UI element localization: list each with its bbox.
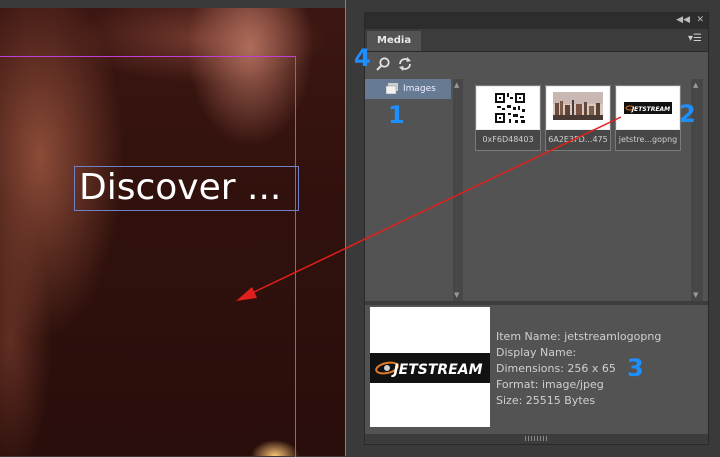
logo-preview-text: JETSTREAM <box>390 362 482 378</box>
detail-size: Size: 25515 Bytes <box>496 394 596 407</box>
thumbnail-grid: 0xF6D48403 6A2E3FD...475 JETSTREAM jetst… <box>469 79 687 301</box>
media-panel: ◀◀ ✕ Media ▾☰ Images ▲ ▼ 0xF6D48403 6A2E… <box>364 12 709 445</box>
folder-icon <box>386 83 398 94</box>
margin-guide <box>0 56 296 457</box>
panel-menu-icon[interactable]: ▾☰ <box>688 33 702 44</box>
panel-bottom-bar <box>365 434 708 444</box>
scroll-up-icon[interactable]: ▲ <box>454 81 459 89</box>
close-icon[interactable]: ✕ <box>696 15 704 25</box>
collapse-icon[interactable]: ◀◀ <box>676 15 690 25</box>
preview-image: JETSTREAM <box>370 307 490 427</box>
annotation-marker-3: 3 <box>627 354 644 382</box>
scroll-down-icon[interactable]: ▼ <box>693 291 698 299</box>
jetstream-logo-image: JETSTREAM <box>617 87 679 129</box>
thumbnail-caption: jetstre...gopng <box>616 130 680 150</box>
preview-divider[interactable] <box>365 301 708 305</box>
thumbnail-caption: 6A2E3FD...475 <box>546 130 610 150</box>
thumbnail-photo[interactable]: 6A2E3FD...475 <box>545 85 611 151</box>
logo-thumbnail-text: JETSTREAM <box>631 106 670 113</box>
folder-item-label: Images <box>403 84 436 94</box>
annotation-marker-2: 2 <box>679 100 696 128</box>
document-canvas[interactable]: Discover ... <box>0 8 346 457</box>
detail-item-name: Item Name: jetstreamlogopng <box>496 330 662 343</box>
annotation-marker-4: 4 <box>354 44 371 72</box>
headline-text-frame[interactable]: Discover ... <box>74 166 299 211</box>
thumbnail-jetstream-logo[interactable]: JETSTREAM jetstre...gopng <box>615 85 681 151</box>
thumbnail-qr-code[interactable]: 0xF6D48403 <box>475 85 541 151</box>
panel-tab-row: Media ▾☰ <box>365 29 708 52</box>
scroll-down-icon[interactable]: ▼ <box>454 291 459 299</box>
scroll-up-icon[interactable]: ▲ <box>693 81 698 89</box>
thumbnail-caption: 0xF6D48403 <box>476 130 540 150</box>
folder-scrollbar[interactable]: ▲ ▼ <box>453 79 463 301</box>
panel-title-bar[interactable]: ◀◀ ✕ <box>365 13 708 29</box>
refresh-icon[interactable] <box>397 56 413 72</box>
canvas-edge <box>345 0 346 456</box>
search-icon[interactable] <box>375 56 391 72</box>
tab-media[interactable]: Media <box>367 31 422 51</box>
folder-list: Images <box>365 79 451 301</box>
resize-grip-icon[interactable] <box>525 436 547 441</box>
panel-toolbar <box>365 52 708 78</box>
qr-code-image <box>477 87 539 129</box>
city-photo-image <box>547 87 609 129</box>
annotation-marker-1: 1 <box>388 101 405 129</box>
folder-item-images[interactable]: Images <box>365 79 451 99</box>
